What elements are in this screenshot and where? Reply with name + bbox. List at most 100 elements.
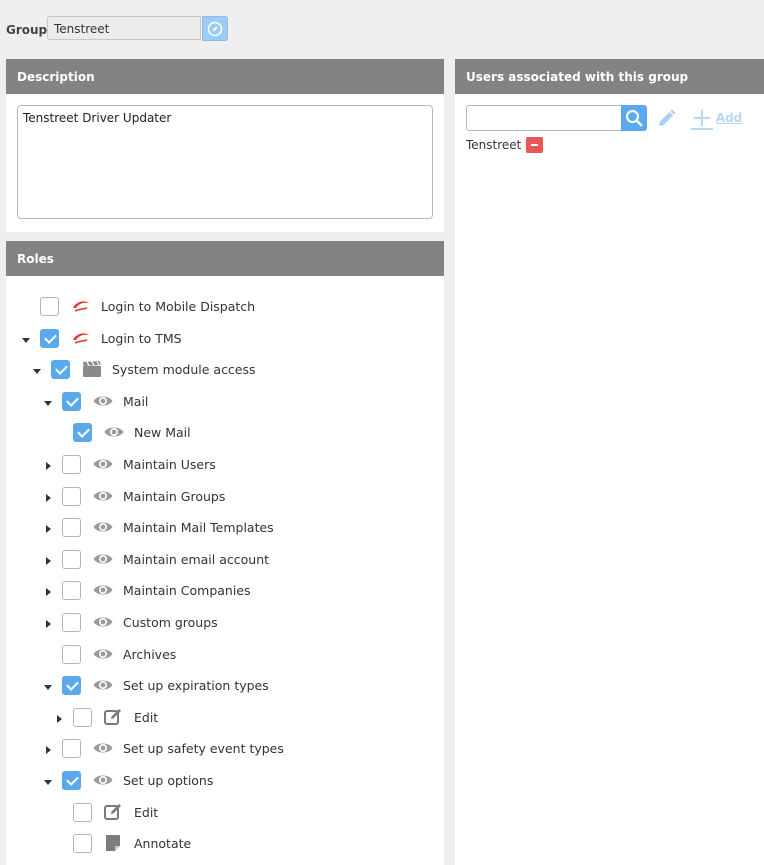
users-header: Users associated with this group [455,59,764,94]
add-user-button[interactable]: + Add [691,103,743,133]
role-row: Set up expiration types [0,676,440,698]
role-row: Mail [0,392,440,414]
role-label: Mail [123,394,149,409]
annotate-icon [103,834,125,852]
role-label: Set up expiration types [123,678,269,693]
caret-right-icon[interactable] [46,746,51,754]
role-label: Maintain Users [123,457,216,472]
roles-header: Roles [6,241,444,276]
eye-icon [92,581,114,599]
role-checkbox[interactable] [73,803,92,822]
edit-icon [103,708,125,726]
eye-icon [92,518,114,536]
role-checkbox[interactable] [62,487,81,506]
role-label: Custom groups [123,615,218,630]
eye-icon [92,550,114,568]
search-icon [625,109,643,127]
role-row: Maintain Users [0,455,440,477]
user-search-button[interactable] [621,105,647,131]
eye-icon [92,392,114,410]
role-row: Edit [0,803,440,825]
role-label: Maintain Groups [123,489,226,504]
role-checkbox[interactable] [51,360,70,379]
user-search-input[interactable] [466,105,622,131]
role-row: Custom groups [0,613,440,635]
role-row: Login to Mobile Dispatch [0,297,440,319]
role-checkbox[interactable] [62,518,81,537]
caret-down-icon[interactable] [44,401,52,406]
role-label: Login to TMS [101,331,182,346]
role-label: Maintain Companies [123,583,251,598]
eye-icon [92,771,114,789]
role-row: Edit [0,708,440,730]
role-checkbox[interactable] [73,708,92,727]
tms-icon [70,329,92,347]
user-list-item: Tenstreet [466,138,522,152]
role-label: New Mail [134,425,191,440]
remove-user-button[interactable] [526,137,543,153]
role-label: Maintain Mail Templates [123,520,274,535]
caret-right-icon[interactable] [46,525,51,533]
role-checkbox[interactable] [62,613,81,632]
role-checkbox[interactable] [40,297,59,316]
role-label: Archives [123,647,177,662]
compass-icon [207,21,223,36]
role-checkbox[interactable] [62,550,81,569]
role-checkbox[interactable] [73,423,92,442]
role-row: Maintain email account [0,550,440,572]
group-field[interactable]: Tenstreet [47,16,201,40]
description-textarea[interactable]: Tenstreet Driver Updater [17,105,433,219]
role-label: Maintain email account [123,552,270,567]
eye-icon [92,455,114,473]
role-label: Login to Mobile Dispatch [101,299,256,314]
group-label: Group [6,23,48,37]
role-label: System module access [112,362,256,377]
add-user-label: Add [715,111,743,125]
role-checkbox[interactable] [73,834,92,853]
eye-icon [92,613,114,631]
eye-icon [92,645,114,663]
role-label: Set up options [123,773,214,788]
caret-down-icon[interactable] [33,369,41,374]
role-checkbox[interactable] [62,739,81,758]
role-checkbox[interactable] [62,455,81,474]
caret-down-icon[interactable] [44,780,52,785]
group-lookup-button[interactable] [202,16,228,41]
role-row: Set up safety event types [0,739,440,761]
role-checkbox[interactable] [62,581,81,600]
eye-icon [92,676,114,694]
pencil-icon [659,109,676,126]
mobile-dispatch-icon [70,297,92,315]
role-row: Annotate [0,834,440,856]
eye-icon [92,487,114,505]
caret-right-icon[interactable] [46,557,51,565]
role-checkbox[interactable] [62,771,81,790]
role-label: Edit [134,805,159,820]
eye-icon [92,739,114,757]
users-panel [455,94,764,865]
role-checkbox[interactable] [62,645,81,664]
caret-right-icon[interactable] [46,462,51,470]
role-row: Archives [0,645,440,667]
role-row: Maintain Groups [0,487,440,509]
role-label: Edit [134,710,159,725]
caret-right-icon[interactable] [57,715,62,723]
description-header: Description [6,59,444,94]
edit-user-button[interactable] [655,108,677,130]
caret-down-icon[interactable] [22,338,30,343]
clapperboard-icon [81,360,103,378]
plus-icon: + [691,103,713,133]
role-row: Set up options [0,771,440,793]
edit-icon [103,803,125,821]
eye-icon [103,423,125,441]
role-row: New Mail [0,423,440,445]
caret-right-icon[interactable] [46,494,51,502]
role-row: Maintain Companies [0,581,440,603]
role-checkbox[interactable] [62,392,81,411]
caret-right-icon[interactable] [46,588,51,596]
caret-down-icon[interactable] [44,685,52,690]
role-row: System module access [0,360,440,382]
caret-right-icon[interactable] [46,620,51,628]
role-checkbox[interactable] [62,676,81,695]
role-checkbox[interactable] [40,329,59,348]
